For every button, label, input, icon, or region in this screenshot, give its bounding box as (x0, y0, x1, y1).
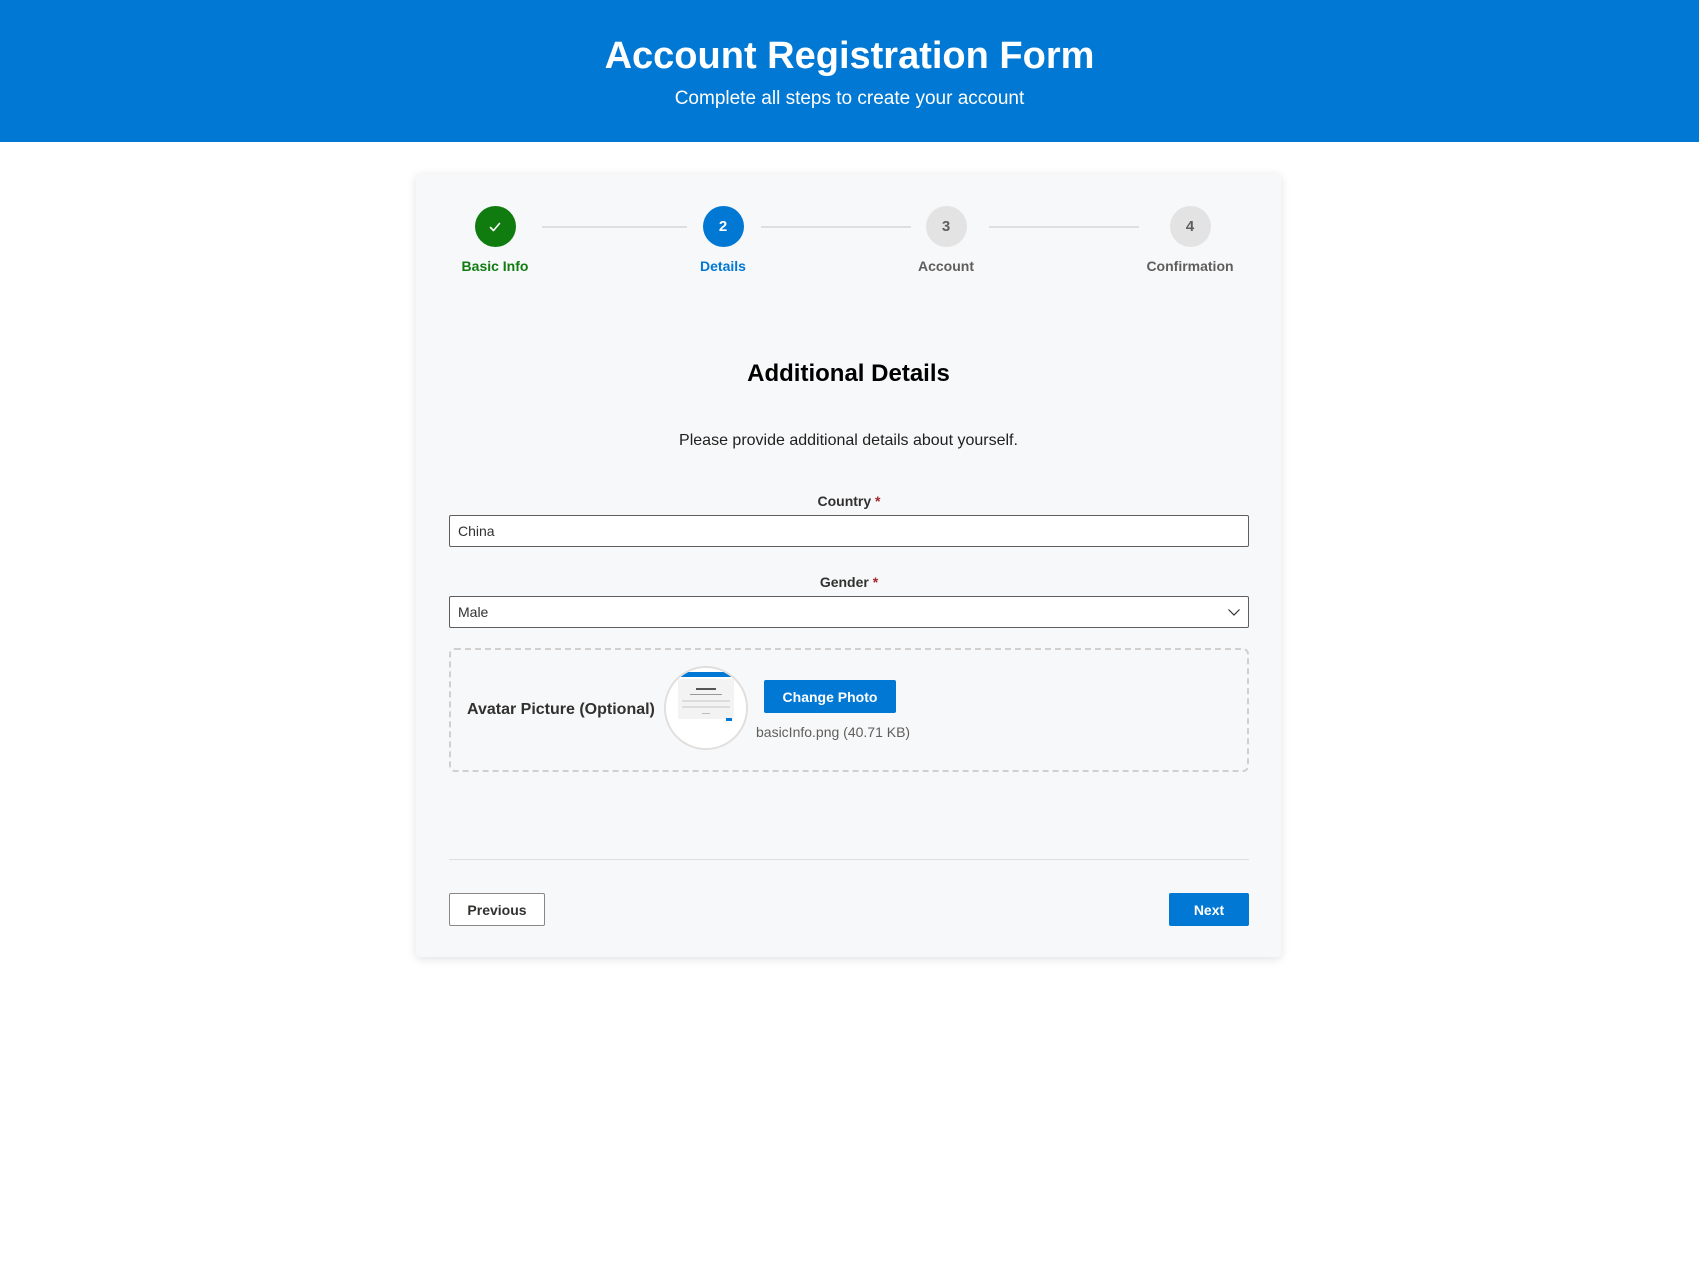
avatar-upload-area: Avatar Picture (Optional) Change Photo b… (449, 648, 1249, 772)
step-label: Details (700, 258, 746, 274)
gender-select[interactable]: Male (449, 596, 1249, 628)
country-label: Country * (449, 492, 1249, 510)
divider (449, 859, 1249, 860)
check-icon (489, 222, 501, 231)
chevron-down-icon (1226, 597, 1242, 627)
registration-card: Basic Info 2 Details 3 Account 4 Confirm… (416, 174, 1281, 957)
change-photo-button[interactable]: Change Photo (764, 680, 896, 713)
avatar-preview (664, 666, 748, 750)
avatar-thumbnail-image (666, 668, 746, 748)
page-title: Account Registration Form (604, 35, 1095, 77)
step-connector (989, 226, 1139, 228)
step-account[interactable]: 3 Account (881, 206, 1011, 275)
country-label-text: Country (817, 493, 872, 509)
step-number: 2 (702, 206, 744, 247)
gender-label: Gender * (449, 573, 1249, 591)
previous-button[interactable]: Previous (449, 893, 545, 926)
page-header: Account Registration Form Complete all s… (0, 0, 1699, 142)
step-label: Basic Info (461, 258, 529, 274)
required-mark: * (875, 493, 881, 509)
section-description: Please provide additional details about … (679, 432, 1018, 449)
avatar-label: Avatar Picture (Optional) (467, 701, 655, 718)
step-basic-info[interactable]: Basic Info (430, 206, 560, 275)
required-mark: * (872, 574, 879, 590)
gender-selected-value: Male (458, 604, 489, 620)
step-details[interactable]: 2 Details (658, 206, 788, 275)
step-number: 3 (925, 206, 967, 247)
step-label: Confirmation (1146, 258, 1234, 274)
file-info: basicInfo.png (40.71 KB) (756, 724, 911, 740)
step-label: Account (918, 258, 974, 274)
page-subtitle: Complete all steps to create your accoun… (674, 88, 1025, 109)
step-confirmation[interactable]: 4 Confirmation (1125, 206, 1255, 275)
step-complete-indicator (474, 206, 516, 247)
next-button[interactable]: Next (1169, 893, 1249, 926)
step-number: 4 (1169, 206, 1211, 247)
country-input[interactable] (449, 515, 1249, 547)
section-title: Additional Details (747, 360, 950, 387)
gender-label-text: Gender (819, 574, 869, 590)
